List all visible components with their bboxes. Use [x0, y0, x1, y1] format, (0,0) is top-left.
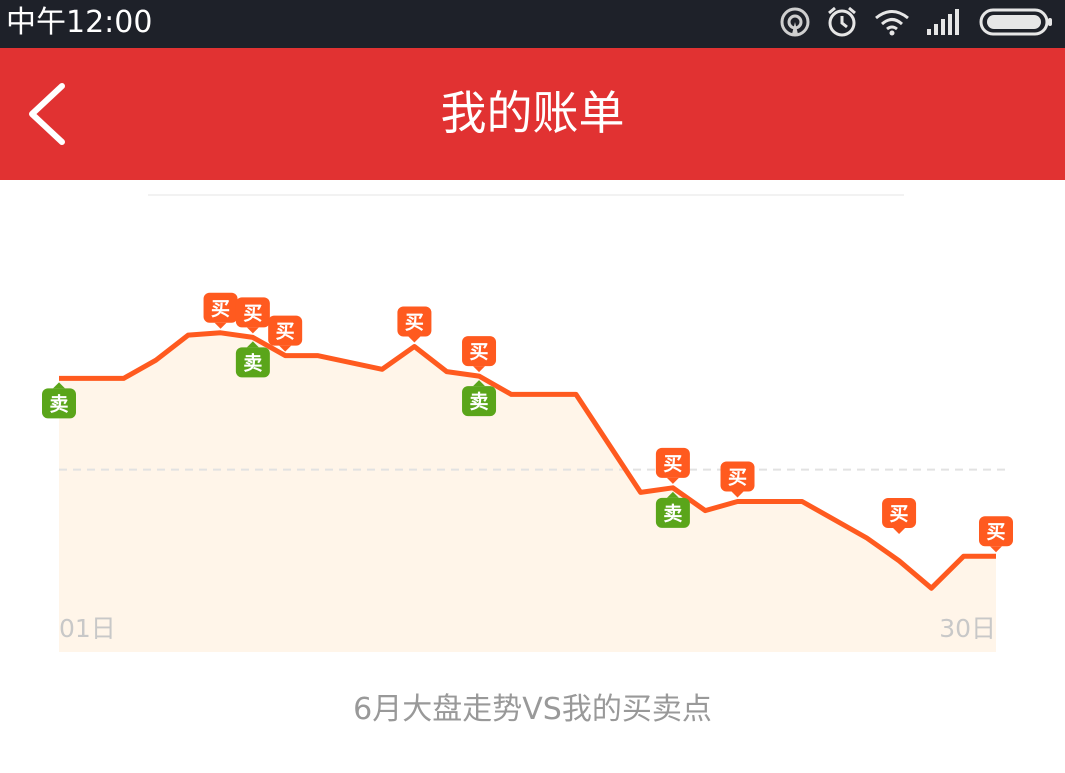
status-time: 中午12:00: [6, 5, 153, 40]
status-bar: 中午12:00: [0, 0, 1065, 48]
marker-label: 卖: [470, 391, 489, 413]
app-header: 我的账单: [0, 48, 1065, 180]
marker-label: 买: [470, 341, 489, 363]
x-tick-label-end: 30日: [939, 614, 996, 643]
marker-label: 卖: [49, 393, 68, 415]
marker-label: 买: [986, 521, 1005, 543]
page-title: 我的账单: [440, 86, 625, 140]
marker-label: 卖: [663, 503, 682, 525]
marker-label: 买: [243, 302, 262, 324]
status-icons: [779, 2, 1053, 42]
buy-marker: 买: [203, 292, 238, 329]
marker-label: 买: [663, 453, 682, 475]
marker-pointer: [408, 336, 421, 343]
battery-icon: [979, 7, 1053, 37]
buy-marker: 买: [397, 306, 432, 343]
trend-chart: 卖买买卖买买买卖买卖买买买 01日 30日: [0, 196, 1065, 666]
buy-marker: 买: [235, 297, 270, 334]
wifi-icon: [873, 7, 911, 37]
marker-label: 买: [276, 321, 295, 343]
alarm-icon: [825, 5, 859, 39]
trend-chart-svg: 卖买 买卖买 买买卖买卖买买买 01日 30日: [42, 292, 1013, 652]
marker-pointer: [246, 327, 259, 334]
marker-label: 买: [405, 311, 424, 333]
marker-label: 买: [728, 467, 747, 489]
x-tick-label-start: 01日: [59, 614, 116, 643]
chart-caption: 6月大盘走势VS我的买卖点: [353, 692, 712, 727]
hotspot-icon: [779, 6, 811, 38]
marker-label: 买: [211, 298, 230, 320]
marker-label: 卖: [243, 352, 262, 374]
marker-pointer: [214, 322, 227, 329]
marker-label: 买: [890, 503, 909, 525]
signal-icon: [925, 7, 965, 37]
